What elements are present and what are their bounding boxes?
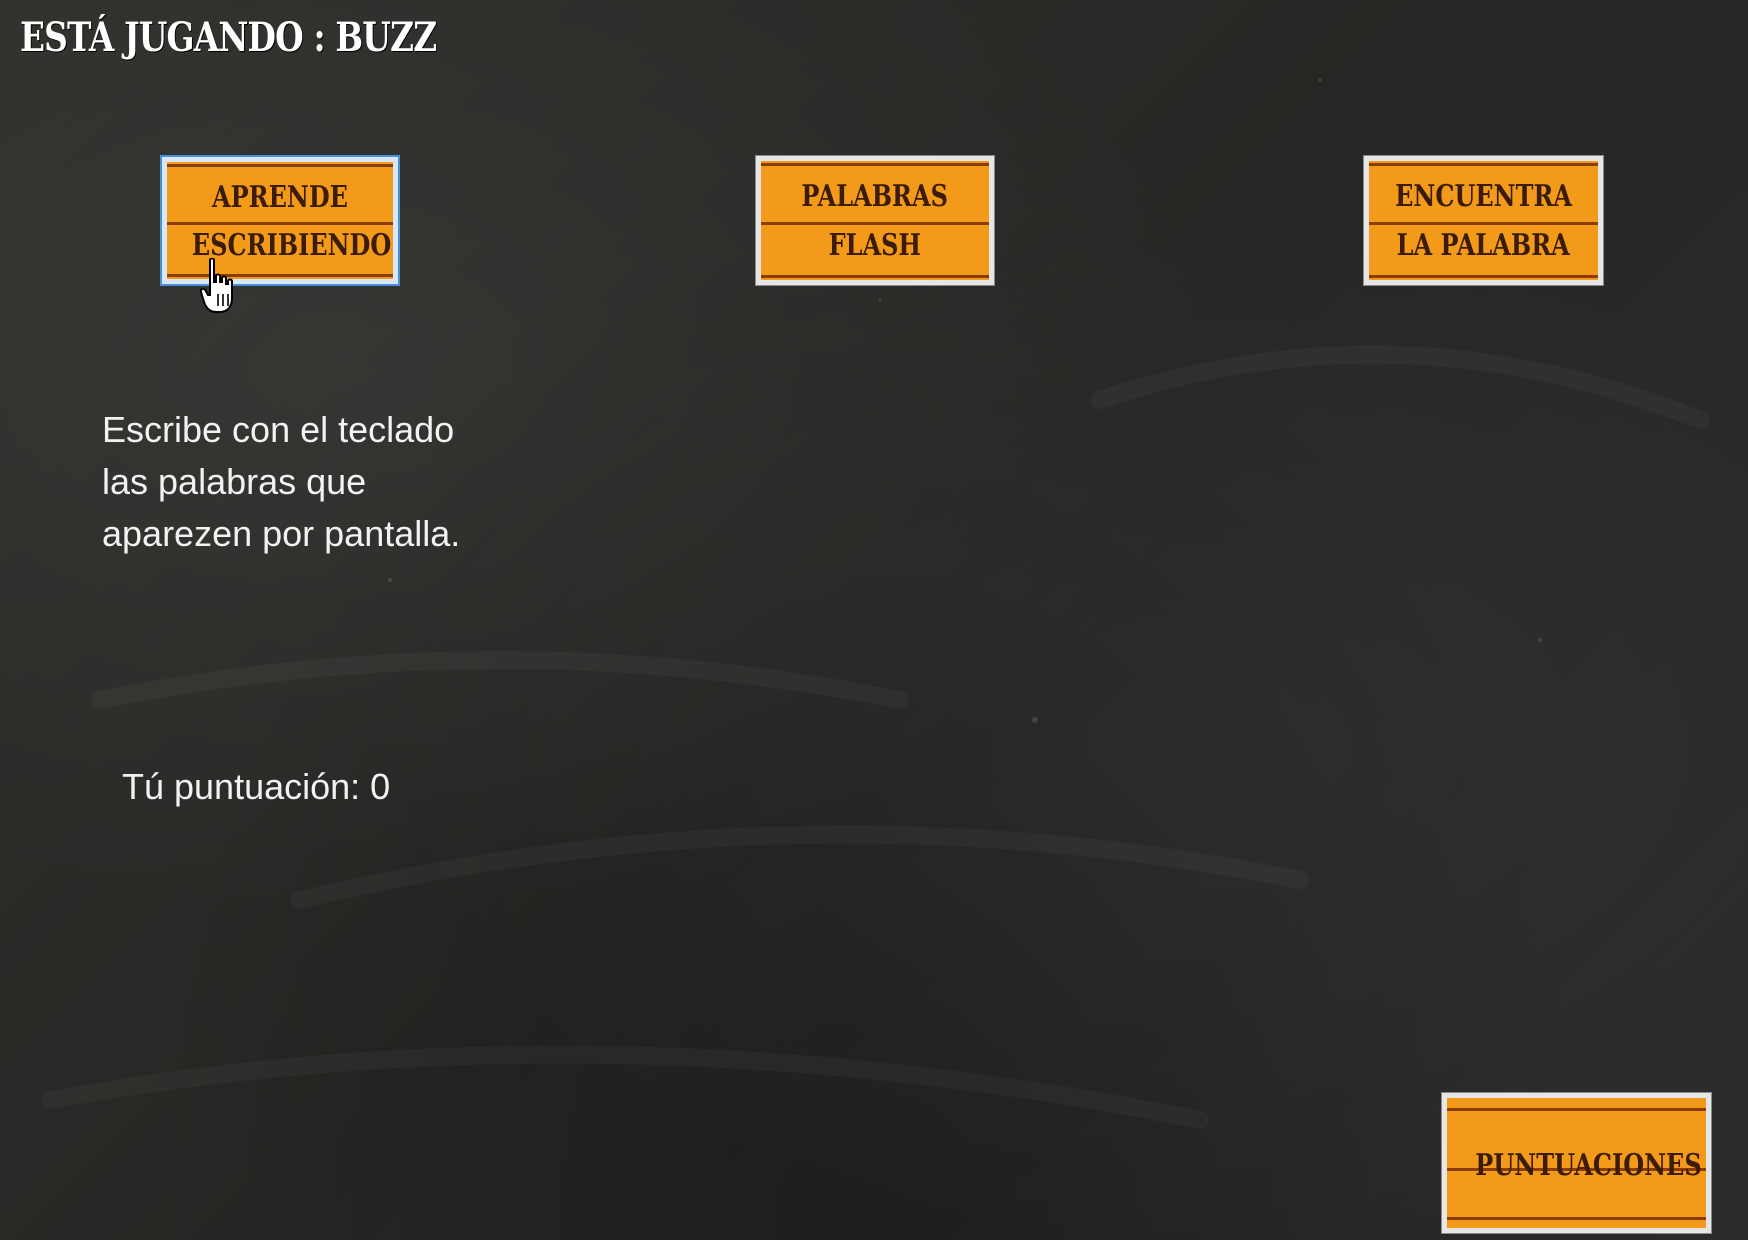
scores-button-label: PUNTUACIONES	[1475, 1148, 1702, 1183]
button-stripe	[167, 164, 393, 167]
scores-button[interactable]: PUNTUACIONES	[1442, 1093, 1711, 1233]
hand-pointer-icon	[200, 258, 233, 313]
game-button-line1: APRENDE	[212, 180, 348, 215]
description-line: las palabras que	[102, 461, 367, 502]
game-button-line2: FLASH	[828, 228, 922, 263]
button-stripe	[761, 163, 989, 166]
game-description: Escribe con el teclado las palabras que …	[102, 404, 582, 560]
game-button-line1: PALABRAS	[801, 179, 949, 214]
button-stripe	[167, 222, 393, 225]
button-stripe	[761, 222, 989, 225]
game-button-line2: LA PALABRA	[1396, 228, 1571, 263]
button-stripe	[1369, 163, 1598, 166]
game-button-line1: ENCUENTRA	[1395, 179, 1572, 214]
button-stripe	[1369, 275, 1598, 278]
button-stripe	[761, 275, 989, 278]
button-stripe	[1447, 1217, 1706, 1220]
description-line: Escribe con el teclado	[102, 409, 455, 450]
button-stripe	[1369, 222, 1598, 225]
description-line: aparezen por pantalla.	[102, 513, 461, 554]
score-label: Tú puntuación: 0	[122, 766, 391, 807]
game-button-palabras-flash[interactable]: PALABRAS FLASH	[756, 156, 994, 285]
game-button-aprende-escribiendo[interactable]: APRENDE ESCRIBIENDO	[162, 157, 398, 284]
game-button-encuentra-la-palabra[interactable]: ENCUENTRA LA PALABRA	[1364, 156, 1603, 285]
button-stripe	[1447, 1108, 1706, 1111]
now-playing-label: ESTÁ JUGANDO : BUZZ	[20, 14, 437, 61]
